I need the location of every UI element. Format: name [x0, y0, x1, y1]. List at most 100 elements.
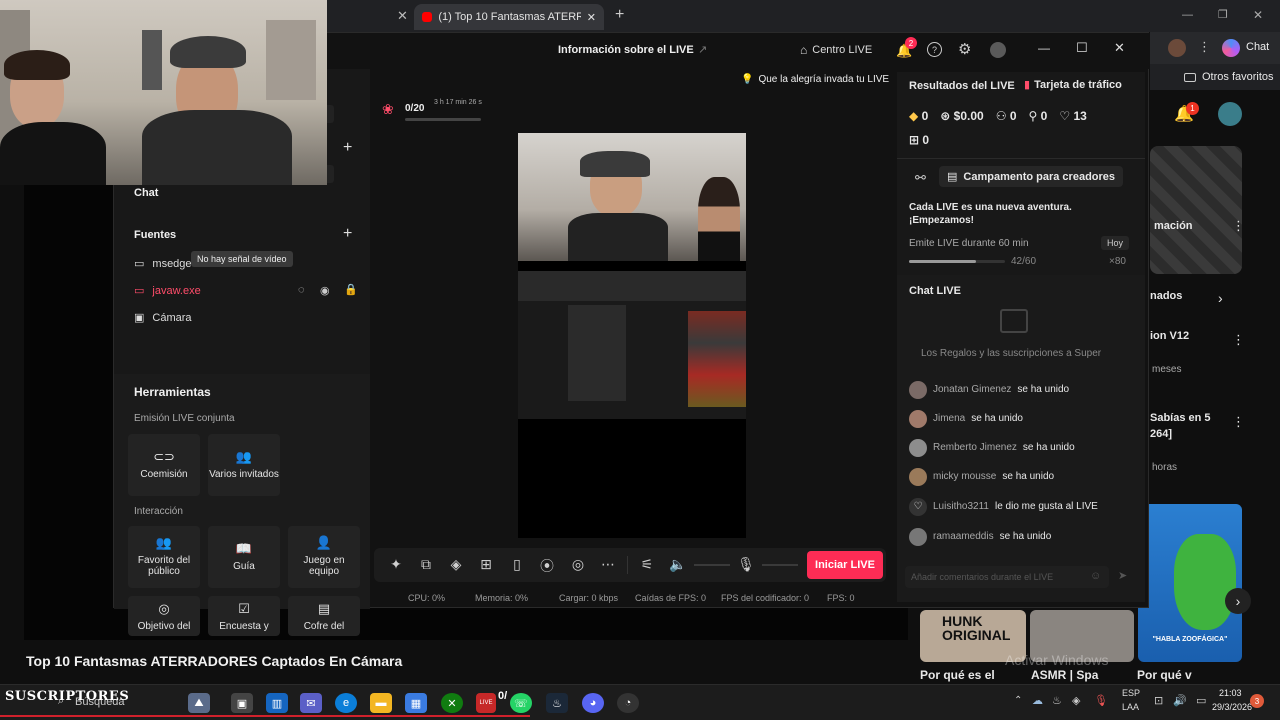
section-title[interactable]: Chat [134, 187, 158, 199]
language-2[interactable]: LAA [1122, 702, 1139, 712]
creator-camp-button[interactable]: ▤ Campamento para creadores [939, 166, 1124, 187]
eye-icon[interactable]: ◉ [320, 284, 330, 297]
whatsapp-icon[interactable]: ☏ [510, 693, 532, 713]
source-item[interactable]: ▣ Cámara [134, 311, 192, 325]
comment-input[interactable]: Añadir comentarios durante el LIVE [905, 566, 1109, 588]
team-game-button[interactable]: 👤 Juego en equipo [288, 526, 360, 588]
gear-icon[interactable]: ⚙ [958, 40, 971, 58]
goal-button[interactable]: ◎ Objetivo del [128, 596, 200, 636]
multi-guest-button[interactable]: 👥 Varios invitados [208, 434, 280, 496]
close-tab-icon[interactable]: ✕ [397, 8, 408, 24]
send-icon[interactable]: ➤ [1118, 569, 1127, 582]
menu-dots-icon[interactable]: ⋮ [1198, 39, 1211, 55]
more-icon[interactable]: ⋮ [1232, 218, 1245, 234]
profile-avatar[interactable] [1168, 39, 1186, 57]
phone-icon[interactable]: ▯ [507, 556, 527, 573]
thumb-title[interactable]: Por qué es el [920, 668, 995, 682]
coemision-button[interactable]: ⊂⊃ Coemisión [128, 434, 200, 496]
ai-icon[interactable]: ◈ [446, 556, 466, 573]
settings-icon[interactable]: ◌ [298, 284, 305, 296]
chat-user[interactable]: Remberto Jimenez [933, 442, 1017, 453]
layout-icon[interactable]: ⊞ [476, 556, 496, 573]
record-icon[interactable]: ⦿ [537, 556, 557, 576]
chat-user[interactable]: Jimena [933, 413, 965, 424]
next-arrow-button[interactable]: › [1225, 588, 1251, 614]
close-window-icon[interactable]: ✕ [1253, 8, 1263, 22]
more-icon[interactable]: ⋮ [1232, 414, 1245, 430]
thumbnail[interactable] [1150, 146, 1242, 274]
language[interactable]: ESP [1122, 688, 1140, 698]
tiktok-live-icon[interactable]: LIVE [476, 693, 496, 713]
store-icon[interactable]: ▦ [405, 693, 427, 713]
source-item[interactable]: ▭ javaw.exe [134, 284, 201, 298]
thumbnail[interactable]: "HABLA ZOOFÁGICA" [1138, 504, 1242, 662]
volume-slider[interactable] [694, 564, 730, 566]
share-icon[interactable]: ↗ [698, 43, 707, 56]
chat-button[interactable]: Chat [1246, 41, 1269, 53]
steam-tray-icon[interactable]: ♨ [1052, 694, 1062, 707]
volume-icon[interactable]: 🔈 [668, 556, 688, 573]
avatar[interactable] [990, 42, 1006, 58]
microphone-icon[interactable]: 🎙 [736, 556, 756, 573]
folder-icon[interactable]: ▬ [370, 693, 392, 713]
poll-button[interactable]: ☑ Encuesta y [208, 596, 280, 636]
widgets-icon[interactable]: ▥ [266, 693, 288, 713]
teams-icon[interactable]: ✉ [300, 693, 322, 713]
thumb-title[interactable]: Por qué v [1137, 668, 1192, 682]
traffic-card-button[interactable]: ▮ Tarjeta de tráfico [1024, 78, 1122, 92]
restore-icon[interactable]: ❐ [1218, 8, 1228, 21]
emoji-icon[interactable]: ☺ [1090, 570, 1101, 582]
more-icon[interactable]: ⋮ [1232, 332, 1245, 348]
bookmark-other[interactable]: Otros favoritos [1202, 71, 1274, 83]
go-live-button[interactable]: Iniciar LIVE [807, 551, 883, 579]
stream-preview[interactable] [518, 133, 746, 538]
chest-button[interactable]: ▤ Cofre del [288, 596, 360, 636]
guide-button[interactable]: 📖 Guía [208, 526, 280, 588]
channel-avatar[interactable] [1218, 102, 1242, 126]
more-icon[interactable]: ⋯ [598, 556, 618, 573]
source-item[interactable]: ▭ msedge [134, 257, 192, 271]
chat-user[interactable]: Luisitho3211 [933, 501, 989, 512]
fan-favorite-button[interactable]: 👥 Favorito del público [128, 526, 200, 588]
close-icon[interactable]: ✕ [1114, 40, 1125, 56]
chat-user[interactable]: micky mousse [933, 471, 996, 482]
magic-wand-icon[interactable]: ✦ [386, 556, 406, 573]
user-add-icon[interactable]: ⚯ [915, 170, 926, 186]
xbox-icon[interactable]: ✕ [441, 693, 463, 713]
chevron-right-icon[interactable]: › [1218, 290, 1223, 306]
microphone-tray-icon[interactable]: 🎙 [1094, 694, 1108, 707]
new-tab-button[interactable]: + [615, 6, 624, 24]
minimize-icon[interactable]: — [1038, 41, 1050, 55]
discord-icon[interactable]: ◕ [582, 693, 604, 713]
chat-user[interactable]: ramaameddis [933, 531, 994, 542]
edge-icon[interactable]: e [335, 693, 357, 713]
chat-user[interactable]: Jonatan Gimenez [933, 384, 1011, 395]
obs-icon[interactable]: ◔ [617, 693, 639, 713]
clock-date[interactable]: 29/3/2026 [1212, 702, 1252, 712]
mic-slider[interactable] [762, 564, 798, 566]
chevron-up-icon[interactable]: ⌃ [1014, 695, 1022, 706]
network-icon[interactable]: ⊡ [1154, 694, 1163, 707]
notification-badge[interactable]: 3 [1250, 694, 1264, 708]
camera-settings-icon[interactable]: ◎ [568, 556, 588, 573]
effects-icon[interactable]: ⧉ [416, 556, 436, 573]
help-icon[interactable]: ? [927, 42, 942, 57]
close-icon[interactable]: ✕ [587, 11, 596, 24]
thumb-title[interactable]: ASMR | Spa [1031, 668, 1098, 682]
app-icon[interactable]: ⛰ [188, 693, 210, 713]
maximize-icon[interactable]: ☐ [1076, 40, 1088, 56]
add-source-icon[interactable]: + [343, 225, 352, 243]
add-icon[interactable]: + [343, 139, 352, 157]
volume-icon[interactable]: 🔊 [1173, 694, 1187, 707]
minimize-icon[interactable]: — [1182, 9, 1193, 21]
battery-icon[interactable]: ▭ [1196, 694, 1206, 707]
tray-icon[interactable]: ◈ [1072, 694, 1080, 707]
copilot-icon[interactable] [1222, 39, 1240, 57]
lock-icon[interactable]: 🔒 [344, 283, 358, 296]
clock-time[interactable]: 21:03 [1219, 688, 1242, 698]
sliders-icon[interactable]: ⚟ [637, 556, 657, 573]
cloud-icon[interactable]: ☁ [1032, 694, 1043, 707]
task-view-icon[interactable]: ▣ [231, 693, 253, 713]
centro-live-button[interactable]: ⌂ Centro LIVE [800, 43, 872, 57]
tab-youtube[interactable]: (1) Top 10 Fantasmas ATERRADORES ✕ [414, 4, 604, 30]
